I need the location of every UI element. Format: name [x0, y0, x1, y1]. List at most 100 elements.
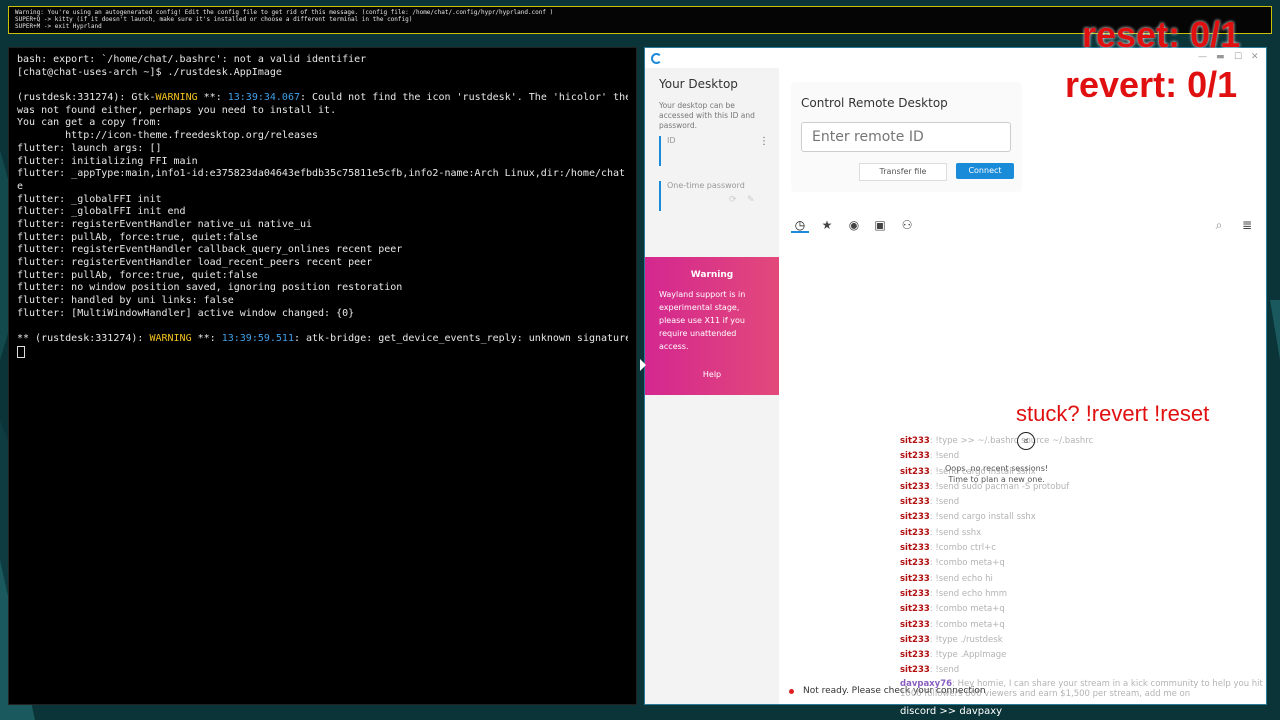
timestamp: 13:39:34.067	[227, 92, 300, 104]
chat-user: sit233	[900, 634, 930, 645]
transfer-file-button[interactable]: Transfer file	[859, 163, 947, 181]
remote-id-input[interactable]	[801, 122, 1011, 152]
gtk-suffix: : Could not find the icon 'rustdesk'. Th…	[300, 92, 628, 104]
address-book-icon[interactable]: ▣	[873, 218, 887, 232]
chat-message: sit233: !send	[900, 495, 1270, 510]
chat-text: : !send	[929, 497, 960, 508]
chat-user: sit233	[900, 665, 930, 676]
chat-user: sit233	[900, 543, 930, 554]
chat-message: sit233: !send sshx	[900, 526, 1270, 541]
wayland-warning-box: Warning Wayland support is in experiment…	[645, 257, 779, 395]
chat-message: sit233: !type >> ~/.bashrc source ~/.bas…	[900, 434, 1270, 449]
your-desktop-title: Your Desktop	[659, 77, 738, 91]
group-icon[interactable]: ⚇	[900, 218, 914, 232]
gtk-mid: **:	[197, 92, 228, 104]
chat-user: sit233	[900, 497, 930, 508]
terminal-line: flutter: _globalFFI init	[17, 193, 162, 205]
search-icon[interactable]: ⌕	[1212, 218, 1226, 232]
chat-user: davpaxy76	[900, 678, 953, 689]
chat-message: sit233: !send	[900, 449, 1270, 464]
id-field[interactable]: ID	[659, 136, 767, 166]
chat-message: sit233: !combo ctrl+c	[900, 541, 1270, 556]
chat-user: sit233	[900, 573, 930, 584]
atk-suffix: : atk-bridge: get_device_events_reply: u…	[293, 333, 628, 345]
list-view-icon[interactable]: ≣	[1240, 218, 1254, 232]
chat-user: sit233	[900, 588, 930, 599]
emoji-face-icon: ಠ	[1017, 432, 1035, 450]
one-time-password-field[interactable]: One-time password ⟳ ✎	[659, 181, 767, 211]
warning-word: WARNING	[149, 333, 192, 345]
terminal-cursor-line	[17, 345, 628, 359]
terminal-cursor	[17, 345, 25, 358]
reset-counter: reset: 0/1	[1082, 14, 1241, 55]
chat-text: : !send	[929, 665, 960, 676]
chat-overlay: sit233: !type >> ~/.bashrc source ~/.bas…	[900, 434, 1270, 699]
chat-message: sit233: !send echo hi	[900, 572, 1270, 587]
control-remote-title: Control Remote Desktop	[801, 96, 948, 110]
chat-user: sit233	[900, 512, 930, 523]
warning-text: Wayland support is in experimental stage…	[659, 290, 746, 351]
chat-user: sit233	[900, 527, 930, 538]
chat-user: sit233	[900, 436, 930, 446]
chat-text: : !type ./rustdesk	[929, 634, 1003, 645]
chat-user: sit233	[900, 481, 930, 492]
compass-icon[interactable]: ◉	[847, 218, 861, 232]
chat-user: sit233	[900, 466, 930, 477]
star-icon[interactable]: ★	[820, 218, 834, 232]
terminal-line: You can get a copy from:	[17, 117, 162, 129]
terminal-line-atk-warning: ** (rustdesk:331274): WARNING **: 13:39:…	[17, 333, 628, 346]
warning-line: SUPER+Q -> kitty (if it doesn't launch, …	[15, 16, 413, 23]
your-desktop-subtitle: Your desktop can be accessed with this I…	[659, 101, 755, 130]
close-icon[interactable]: ✕	[1251, 52, 1259, 62]
chat-user: sit233	[900, 650, 930, 661]
connect-button[interactable]: Connect	[956, 163, 1014, 179]
chat-user: sit233	[900, 558, 930, 569]
clock-icon[interactable]: ◷	[793, 218, 807, 232]
chat-text: : !send cargo install sshx	[929, 466, 1036, 477]
atk-prefix: ** (rustdesk:331274):	[17, 333, 150, 345]
atk-mid: **:	[191, 333, 222, 345]
refresh-icon[interactable]: ⟳	[729, 195, 737, 205]
terminal-line: flutter: registerEventHandler callback_q…	[17, 244, 403, 256]
gtk-prefix: (rustdesk:331274): Gtk-	[17, 92, 156, 104]
active-tab-indicator	[791, 231, 809, 233]
peer-tabs: ◷ ★ ◉ ▣ ⚇ ⌕ ≣	[791, 216, 1266, 238]
chat-user: sit233	[900, 604, 930, 615]
chat-message-last: davpaxy76: Hey homie, I can share your s…	[900, 679, 1270, 699]
warning-word: WARNING	[155, 92, 198, 104]
chat-text: : !send echo hi	[929, 573, 993, 584]
chat-text: : !combo meta+q	[929, 604, 1005, 615]
help-link[interactable]: Help	[645, 370, 779, 379]
edit-icon[interactable]: ✎	[747, 195, 755, 205]
id-label: ID	[667, 136, 676, 145]
chat-text: : !combo meta+q	[929, 558, 1005, 569]
terminal-line-gtk-warning: (rustdesk:331274): Gtk-WARNING **: 13:39…	[17, 92, 628, 105]
chat-message: sit233: !type ./rustdesk	[900, 633, 1270, 648]
terminal-line: flutter: _appType:main,info1-id:e375823d…	[17, 168, 626, 180]
chat-text: : !combo ctrl+c	[929, 543, 996, 554]
terminal-line: [chat@chat-uses-arch ~]$ ./rustdesk.AppI…	[17, 66, 282, 78]
terminal-line: flutter: launch args: []	[17, 142, 162, 154]
more-vert-icon[interactable]: ⋮	[759, 136, 769, 147]
chat-message: sit233: !send cargo install sshx	[900, 510, 1270, 525]
revert-counter: revert: 0/1	[1065, 64, 1238, 105]
status-dot	[789, 689, 794, 694]
terminal-line: flutter: handled by uni links: false	[17, 295, 234, 307]
chat-message: sit233: !send cargo install sshx	[900, 465, 1270, 480]
chat-text: : !send sudo pacman -S protobuf	[929, 481, 1070, 492]
chat-message: sit233: !combo meta+q	[900, 602, 1270, 617]
chat-user: sit233	[900, 451, 930, 462]
terminal-window[interactable]: bash: export: `/home/chat/.bashrc': not …	[8, 47, 637, 705]
terminal-line: http://icon-theme.freedesktop.org/releas…	[17, 130, 319, 142]
stuck-hint: stuck? !revert !reset	[1016, 401, 1210, 426]
terminal-line: was not found either, perhaps you need t…	[17, 104, 337, 116]
terminal-line: flutter: pullAb, force:true, quiet:false	[17, 231, 258, 243]
chat-text: : !type .AppImage	[929, 650, 1007, 661]
terminal-line: flutter: initializing FFI main	[17, 155, 198, 167]
terminal-line: flutter: no window position saved, ignor…	[17, 282, 403, 294]
discord-handle: discord >> davpaxy	[900, 706, 1003, 717]
control-remote-card: Control Remote Desktop Transfer file Con…	[791, 82, 1022, 192]
chat-message: sit233: !combo meta+q	[900, 618, 1270, 633]
warning-line: Warning: You're using an autogenerated c…	[15, 9, 554, 16]
